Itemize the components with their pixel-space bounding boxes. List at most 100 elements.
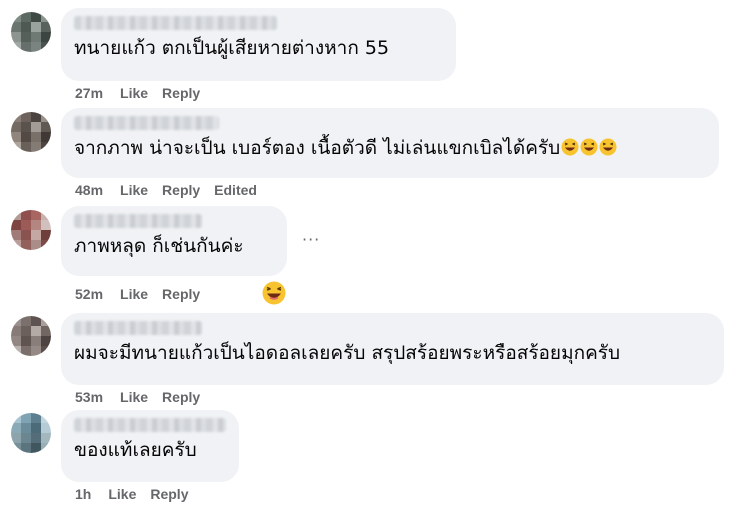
avatar-pixel bbox=[31, 142, 41, 152]
avatar-pixel bbox=[21, 12, 31, 22]
avatar-pixel bbox=[41, 443, 51, 453]
avatar-pixel bbox=[31, 413, 41, 423]
comment-actions: 27m Like Reply bbox=[75, 85, 214, 101]
avatar-pixel bbox=[31, 112, 41, 122]
avatar-pixel bbox=[41, 413, 51, 423]
avatar-pixel bbox=[21, 112, 31, 122]
comment-bubble: จากภาพ น่าจะเป็น เบอร์ตอง เนื้อตัวดี ไม่… bbox=[61, 108, 719, 178]
avatar-pixel bbox=[11, 22, 21, 32]
author-name-blurred[interactable] bbox=[74, 418, 226, 432]
avatar-pixel bbox=[21, 142, 31, 152]
comment-bubble: ของแท้เลยครับ bbox=[61, 410, 239, 482]
avatar-pixel bbox=[11, 336, 21, 346]
avatar-pixel bbox=[31, 240, 41, 250]
avatar-pixel bbox=[11, 326, 21, 336]
avatar-pixel bbox=[41, 326, 51, 336]
author-name-blurred[interactable] bbox=[74, 321, 202, 335]
avatar-pixel bbox=[21, 443, 31, 453]
avatar-pixel bbox=[11, 42, 21, 52]
avatar[interactable] bbox=[11, 112, 51, 152]
avatar-pixel bbox=[41, 336, 51, 346]
avatar-pixel bbox=[41, 42, 51, 52]
comment-bubble: ทนายแก้ว ตกเป็นผู้เสียหายต่างหาก 55 bbox=[61, 8, 456, 81]
like-button[interactable]: Like bbox=[120, 85, 148, 101]
avatar-pixel bbox=[21, 326, 31, 336]
avatar-pixel bbox=[21, 230, 31, 240]
avatar-pixel bbox=[31, 12, 41, 22]
comment-text: ของแท้เลยครับ bbox=[74, 439, 197, 461]
comment-text-content: จากภาพ น่าจะเป็น เบอร์ตอง เนื้อตัวดี ไม่… bbox=[74, 137, 561, 159]
avatar-pixel bbox=[41, 346, 51, 356]
avatar-pixel bbox=[41, 122, 51, 132]
avatar-pixel bbox=[21, 423, 31, 433]
like-button[interactable]: Like bbox=[120, 182, 148, 198]
comment-actions: 53m Like Reply bbox=[75, 389, 214, 405]
avatar-pixel bbox=[41, 240, 51, 250]
timestamp[interactable]: 52m bbox=[75, 286, 103, 302]
avatar[interactable] bbox=[11, 12, 51, 52]
avatar-pixel bbox=[31, 32, 41, 42]
edited-label[interactable]: Edited bbox=[214, 182, 257, 198]
timestamp[interactable]: 27m bbox=[75, 85, 103, 101]
avatar[interactable] bbox=[11, 210, 51, 250]
avatar-pixel bbox=[31, 433, 41, 443]
avatar-pixel bbox=[21, 22, 31, 32]
avatar-pixel bbox=[31, 336, 41, 346]
laughing-emoji-icon[interactable] bbox=[262, 281, 286, 305]
like-button[interactable]: Like bbox=[120, 389, 148, 405]
timestamp[interactable]: 53m bbox=[75, 389, 103, 405]
avatar-pixel bbox=[41, 433, 51, 443]
like-button[interactable]: Like bbox=[108, 486, 136, 502]
avatar-pixel bbox=[31, 220, 41, 230]
avatar-pixel bbox=[31, 22, 41, 32]
reply-button[interactable]: Reply bbox=[162, 182, 200, 198]
avatar-pixel bbox=[21, 240, 31, 250]
like-button[interactable]: Like bbox=[120, 286, 148, 302]
avatar-pixel bbox=[31, 423, 41, 433]
avatar-pixel bbox=[11, 230, 21, 240]
author-name-blurred[interactable] bbox=[74, 116, 219, 130]
comment-text: ผมจะมีทนายแก้วเป็นไอดอลเลยครับ สรุปสร้อย… bbox=[74, 342, 621, 364]
avatar-pixel bbox=[11, 413, 21, 423]
author-name-blurred[interactable] bbox=[74, 214, 202, 228]
timestamp[interactable]: 48m bbox=[75, 182, 103, 198]
avatar-pixel bbox=[41, 22, 51, 32]
avatar-pixel bbox=[11, 142, 21, 152]
reply-button[interactable]: Reply bbox=[162, 85, 200, 101]
avatar-pixel bbox=[41, 142, 51, 152]
laughing-emoji-icon bbox=[561, 138, 579, 156]
avatar-pixel bbox=[31, 132, 41, 142]
avatar[interactable] bbox=[11, 413, 51, 453]
avatar-pixel bbox=[31, 42, 41, 52]
avatar-pixel bbox=[31, 443, 41, 453]
avatar-pixel bbox=[41, 12, 51, 22]
avatar-pixel bbox=[31, 316, 41, 326]
author-name-blurred[interactable] bbox=[74, 16, 277, 30]
avatar-pixel bbox=[11, 132, 21, 142]
avatar-pixel bbox=[21, 220, 31, 230]
avatar-pixel bbox=[11, 423, 21, 433]
avatar-pixel bbox=[11, 316, 21, 326]
reply-button[interactable]: Reply bbox=[162, 286, 200, 302]
comment-text: ภาพหลุด ก็เช่นกันค่ะ bbox=[74, 235, 244, 257]
avatar-pixel bbox=[11, 220, 21, 230]
avatar-pixel bbox=[11, 112, 21, 122]
comment-actions: 48m Like Reply Edited bbox=[75, 182, 271, 198]
reply-button[interactable]: Reply bbox=[150, 486, 188, 502]
avatar-pixel bbox=[11, 346, 21, 356]
avatar-pixel bbox=[41, 220, 51, 230]
reply-button[interactable]: Reply bbox=[162, 389, 200, 405]
timestamp[interactable]: 1h bbox=[75, 486, 91, 502]
comment-text: ทนายแก้ว ตกเป็นผู้เสียหายต่างหาก 55 bbox=[74, 37, 390, 59]
avatar-pixel bbox=[21, 32, 31, 42]
comment-bubble: ผมจะมีทนายแก้วเป็นไอดอลเลยครับ สรุปสร้อย… bbox=[61, 313, 724, 385]
avatar-pixel bbox=[11, 240, 21, 250]
avatar-pixel bbox=[41, 423, 51, 433]
avatar-pixel bbox=[31, 326, 41, 336]
avatar-pixel bbox=[11, 122, 21, 132]
avatar-pixel bbox=[21, 132, 31, 142]
avatar-pixel bbox=[41, 210, 51, 220]
avatar[interactable] bbox=[11, 316, 51, 356]
more-options-icon[interactable]: ··· bbox=[302, 232, 322, 248]
avatar-pixel bbox=[21, 336, 31, 346]
